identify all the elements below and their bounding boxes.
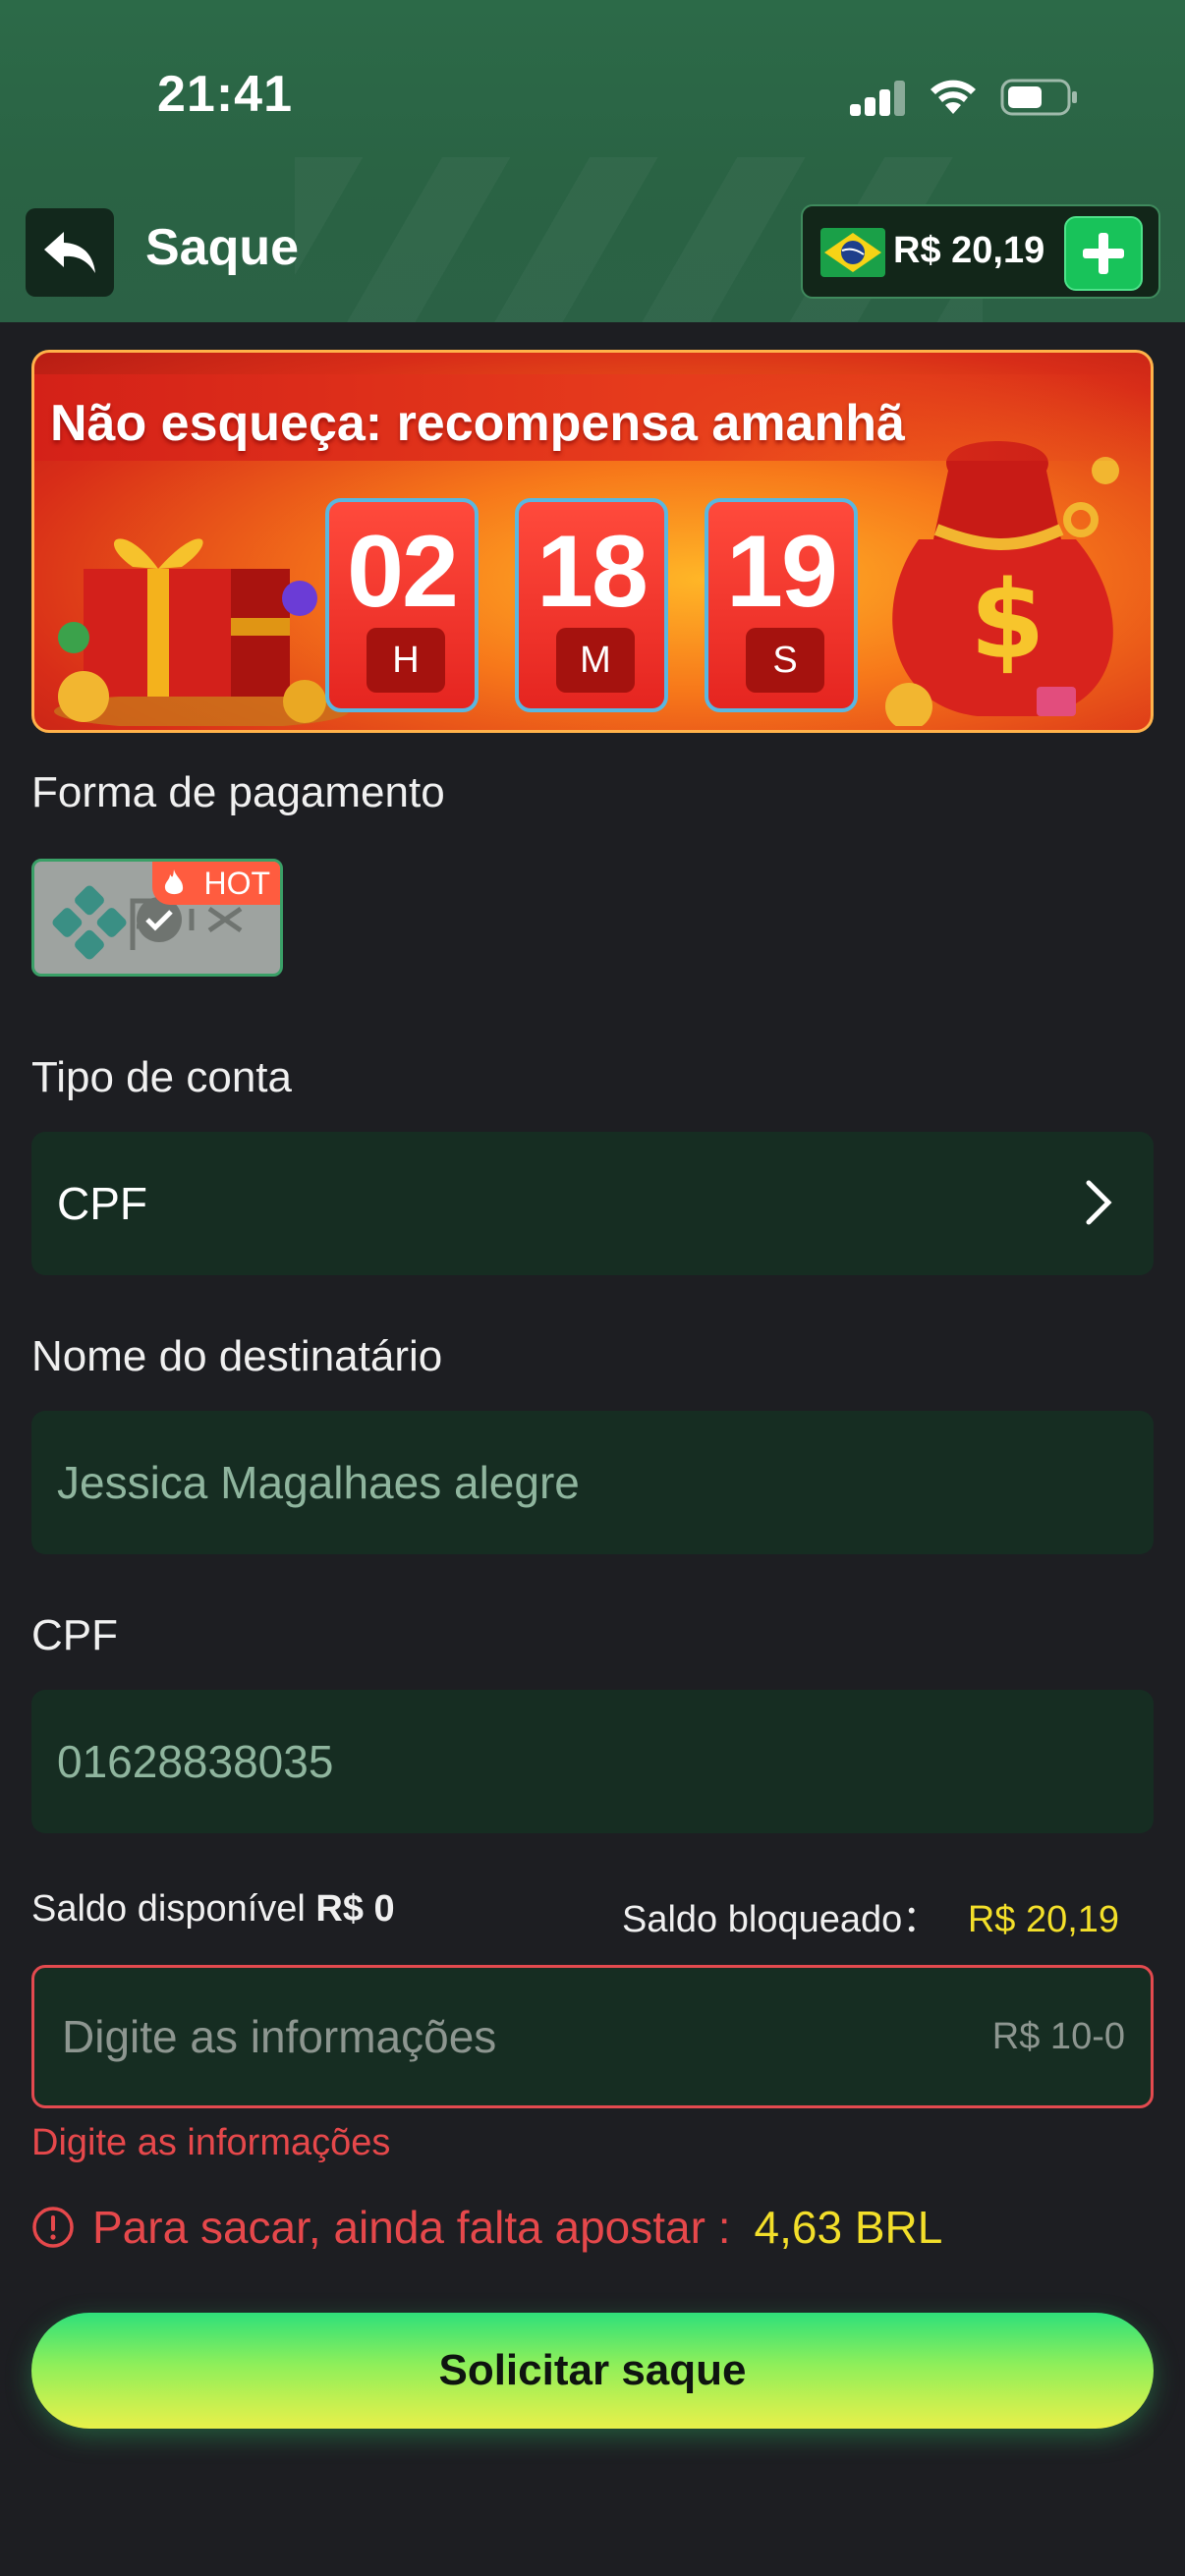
status-time: 21:41: [157, 66, 293, 123]
cpf-value: 01628838035: [57, 1736, 334, 1787]
amount-placeholder: Digite as informações: [62, 2011, 497, 2062]
available-balance: Saldo disponível R$ 0: [31, 1888, 395, 1931]
warning-amount: 4,63 BRL: [754, 2202, 943, 2253]
hot-badge-label: HOT: [203, 866, 270, 901]
header-bar: 21:41 Saque R$ 20,19: [0, 0, 1185, 322]
withdraw-amount-input[interactable]: Digite as informações R$ 10-0: [31, 1965, 1154, 2108]
bet-requirement-warning: Para sacar, ainda falta apostar : 4,63 B…: [31, 2201, 942, 2254]
timer-seconds-unit: S: [746, 628, 824, 693]
header-balance: R$ 20,19: [893, 230, 1045, 271]
available-balance-value: R$ 0: [315, 1888, 395, 1930]
request-withdraw-button[interactable]: Solicitar saque: [31, 2313, 1154, 2429]
payment-method-label: Forma de pagamento: [31, 768, 445, 816]
hot-badge: HOT: [152, 862, 280, 905]
timer-hours-unit: H: [367, 628, 445, 693]
blocked-balance-label: Saldo bloqueado：: [622, 1899, 940, 1940]
cpf-field[interactable]: 01628838035: [31, 1690, 1154, 1833]
banner-title: Não esqueça: recompensa amanhã: [50, 395, 905, 452]
reward-banner[interactable]: $ Não esqueça: recompensa amanhã 02 H 18…: [31, 350, 1154, 733]
alert-circle-icon: [32, 2207, 74, 2248]
wifi-icon: [931, 80, 976, 114]
timer-minutes-unit: M: [556, 628, 635, 693]
timer-seconds: 19 S: [705, 498, 858, 712]
chevron-right-icon: [1086, 1180, 1112, 1225]
timer-minutes-value: 18: [536, 515, 649, 629]
page-title: Saque: [145, 219, 300, 276]
blocked-balance-value: R$ 20,19: [967, 1899, 1120, 1940]
account-type-value: CPF: [57, 1178, 147, 1229]
back-button[interactable]: [26, 208, 114, 297]
warning-text: Para sacar, ainda falta apostar :: [92, 2202, 731, 2253]
account-type-select[interactable]: CPF: [31, 1132, 1154, 1275]
signal-icon: [850, 81, 905, 116]
gift-box-illustration: [54, 538, 349, 726]
cpf-label: CPF: [31, 1611, 118, 1659]
balance-chip[interactable]: R$ 20,19: [801, 204, 1160, 299]
blocked-balance: Saldo bloqueado： R$ 20,19: [622, 1888, 1119, 1942]
timer-hours: 02 H: [325, 498, 479, 712]
timer-seconds-value: 19: [726, 515, 838, 629]
svg-text:$: $: [970, 557, 1045, 683]
back-arrow-icon: [44, 232, 95, 273]
amount-range: R$ 10-0: [991, 2016, 1125, 2057]
recipient-name-value: Jessica Magalhaes alegre: [57, 1457, 580, 1508]
plus-icon: [1083, 233, 1124, 274]
pix-payment-option[interactable]: HOT: [31, 859, 283, 977]
amount-error-message: Digite as informações: [31, 2122, 391, 2163]
deposit-plus-button[interactable]: [1064, 216, 1143, 291]
brazil-flag-icon: [820, 228, 885, 277]
flame-icon: [164, 869, 184, 895]
recipient-name-field[interactable]: Jessica Magalhaes alegre: [31, 1411, 1154, 1554]
available-balance-label: Saldo disponível: [31, 1888, 306, 1930]
timer-minutes: 18 M: [515, 498, 668, 712]
recipient-name-label: Nome do destinatário: [31, 1332, 443, 1380]
timer-hours-value: 02: [347, 515, 459, 629]
battery-icon: [1000, 79, 1077, 116]
account-type-label: Tipo de conta: [31, 1053, 292, 1101]
